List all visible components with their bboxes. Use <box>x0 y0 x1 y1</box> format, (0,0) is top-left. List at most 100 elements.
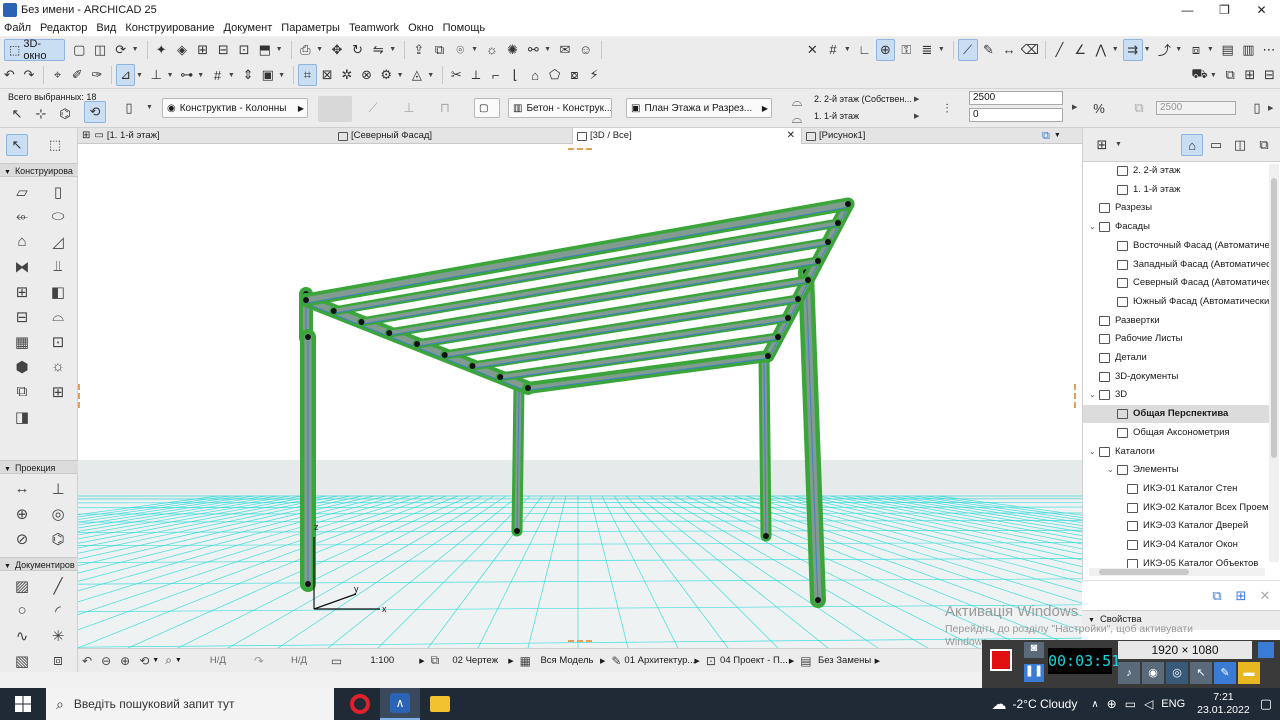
arc-tool-icon[interactable]: ◜ <box>40 598 76 623</box>
polygon-icon[interactable]: ⬠ <box>545 64 564 86</box>
menu-help[interactable]: Помощь <box>443 22 486 34</box>
expand-chevron-icon[interactable]: ⌄ <box>1089 218 1099 236</box>
hash-icon[interactable]: # <box>823 39 843 61</box>
publish-set-icon[interactable]: ⊞ <box>1240 64 1259 86</box>
fillet-icon[interactable]: ⌐ <box>486 64 505 86</box>
hatch-icon[interactable]: ▤ <box>1218 39 1238 61</box>
navigator-item[interactable]: Западный Фасад (Автоматически <box>1083 256 1269 274</box>
navigator-item[interactable]: ИКЭ-01 Каталог Стен <box>1083 480 1269 498</box>
tab-north-elevation[interactable]: [Северный Фасад] <box>338 128 568 144</box>
close-window-button[interactable]: ✕ <box>1243 0 1280 20</box>
webcam-icon[interactable]: ◎ <box>1166 662 1188 684</box>
project-map-icon[interactable]: ⌂ <box>1181 134 1203 156</box>
snap-icon[interactable]: ⊕ <box>875 38 896 61</box>
zoom-fit-button[interactable]: ⌕ ▼ <box>165 653 182 668</box>
opening-tool-icon[interactable]: ◨ <box>4 404 40 429</box>
offset-input[interactable]: 0 <box>969 108 1063 122</box>
zone-tool-icon[interactable]: ⊡ <box>40 329 76 354</box>
line-tool-icon[interactable]: ╱ <box>40 573 76 598</box>
top-splitter-handle[interactable] <box>568 148 592 154</box>
more-icon[interactable]: ⋯ <box>1259 39 1279 61</box>
menu-file[interactable]: Файл <box>4 22 31 34</box>
floorplan-display-select[interactable]: ▣ План Этажа и Разрез... ▶ <box>626 98 772 118</box>
screenshot-icon[interactable]: ◙ <box>1024 642 1044 658</box>
navigator-item[interactable]: Рабочие Листы <box>1083 330 1269 348</box>
menu-window[interactable]: Окно <box>408 22 434 34</box>
drawing-tool-icon[interactable]: ⧈ <box>40 648 76 673</box>
start-button[interactable] <box>0 688 46 720</box>
percent-icon[interactable]: % <box>1088 97 1110 119</box>
model-view-select[interactable]: ▦ Вся Модель ▶ <box>520 654 606 668</box>
navigator-hscrollbar[interactable] <box>1089 568 1265 576</box>
tab-list-button[interactable]: ⧉ ▼ <box>1042 128 1078 144</box>
zoom-out-button[interactable]: ⊖ <box>101 654 114 668</box>
navigator-item[interactable]: Детали <box>1083 349 1269 367</box>
redo-icon[interactable]: ↷ <box>20 64 39 86</box>
bottom-link-icon[interactable]: ⌓ <box>786 108 808 130</box>
adjust-icon[interactable]: ⟂ <box>467 64 486 86</box>
undo-icon[interactable]: ↶ <box>0 64 19 86</box>
projection-section-header[interactable]: ▼ Проекция <box>0 460 78 474</box>
height-input[interactable]: 2500 <box>969 91 1063 105</box>
figure-tool-icon[interactable]: ▧ <box>4 648 40 673</box>
speaker-icon[interactable]: ♪ <box>1118 662 1140 684</box>
circle-tool-icon[interactable]: ○ <box>4 598 40 623</box>
stack-icon[interactable]: ≣ <box>917 39 937 61</box>
menu-document[interactable]: Документ <box>224 22 273 34</box>
guide-line-icon[interactable]: ⟋ <box>957 38 978 61</box>
3d-scene[interactable]: z x y <box>78 144 1082 648</box>
angle-dim-tool-icon[interactable]: ◎ <box>40 501 76 526</box>
layer-combination-select[interactable]: ⧉ 02 Чертеж ▶ <box>431 653 514 668</box>
navigator-item[interactable]: Восточный Фасад (Автоматическ <box>1083 237 1269 255</box>
undo-zoom-button[interactable]: ↶ <box>82 654 95 668</box>
navigator-menu-icon[interactable]: ⊞ <box>1091 134 1113 156</box>
taskbar-search-box[interactable]: ⌕ Введіть пошуковий запит тут <box>46 688 334 720</box>
navigator-item[interactable]: ИКЭ-03 Каталог Дверей <box>1083 517 1269 535</box>
inject-icon[interactable]: ✑ <box>88 64 107 86</box>
delete-view-icon[interactable]: ✕ <box>1254 585 1276 607</box>
markup-icon[interactable]: ⊟ <box>1260 64 1279 86</box>
layer-combo-icon[interactable]: ⧈ <box>1186 39 1206 61</box>
menu-view[interactable]: Вид <box>96 22 116 34</box>
navigator-item[interactable]: Разрезы <box>1083 199 1269 217</box>
network-icon[interactable]: ⊕ <box>1107 697 1117 711</box>
people-icon[interactable]: ☺ <box>576 39 596 61</box>
eraser-icon[interactable]: ⌫ <box>1020 39 1040 61</box>
angle-tool-icon[interactable]: ∠ <box>1070 39 1090 61</box>
pointer-icon[interactable]: ↖ <box>6 103 28 125</box>
draw-pen-icon[interactable]: ✎ <box>1214 662 1236 684</box>
group-icon[interactable]: ▣ <box>258 64 277 86</box>
copy-icon[interactable]: ⧉ <box>430 39 450 61</box>
navigator-item[interactable]: Общая Перспектива <box>1083 405 1269 424</box>
measure-icon[interactable]: ◬ <box>408 64 427 86</box>
column-shape-icon[interactable]: ▯ <box>118 97 140 119</box>
print-icon[interactable]: ⎙ <box>295 39 315 61</box>
lock-icon[interactable]: ⚿ <box>896 39 916 61</box>
close-tab-icon[interactable]: ✕ <box>787 128 795 144</box>
camera-icon[interactable]: ⌾ <box>450 39 470 61</box>
box-view-icon[interactable]: ▢ <box>69 39 89 61</box>
marquee-tool-icon[interactable]: ⬚ <box>44 134 66 156</box>
layout-icon[interactable]: ⧉ <box>1221 64 1240 86</box>
mesh-tool-icon[interactable]: ▦ <box>4 329 40 354</box>
hotspot-tool-icon[interactable]: ✳ <box>40 623 76 648</box>
menu-teamwork[interactable]: Teamwork <box>349 22 399 34</box>
object-tool-icon[interactable]: ⧉ <box>4 379 40 404</box>
explode-icon[interactable]: ✲ <box>338 64 357 86</box>
intersect-icon[interactable]: ⊗ <box>357 64 376 86</box>
zoom-in-button[interactable]: ⊕ <box>120 654 133 668</box>
corner-icon[interactable]: ⌊ <box>506 64 525 86</box>
wall-tool-icon[interactable]: ▱ <box>4 179 40 204</box>
design-section-header[interactable]: ▼ Конструирова <box>0 163 78 177</box>
window-tool-icon[interactable]: ⊟ <box>4 304 40 329</box>
layout-book-icon[interactable]: ◫ <box>1229 134 1251 156</box>
record-stop-button[interactable] <box>990 649 1012 671</box>
expand-chevron-icon[interactable]: ⌄ <box>1089 386 1099 404</box>
sun-icon[interactable]: ✺ <box>503 39 523 61</box>
roof-icon[interactable]: ⌂ <box>526 64 545 86</box>
rotate-view-button[interactable]: ↷ <box>254 654 267 668</box>
vehicle-icon[interactable]: ⛟ <box>1190 64 1209 86</box>
navigator-item[interactable]: 1. 1-й этаж <box>1083 181 1269 199</box>
move-icon[interactable]: ✥ <box>327 39 347 61</box>
fill-icon[interactable]: ▥ <box>1238 39 1258 61</box>
